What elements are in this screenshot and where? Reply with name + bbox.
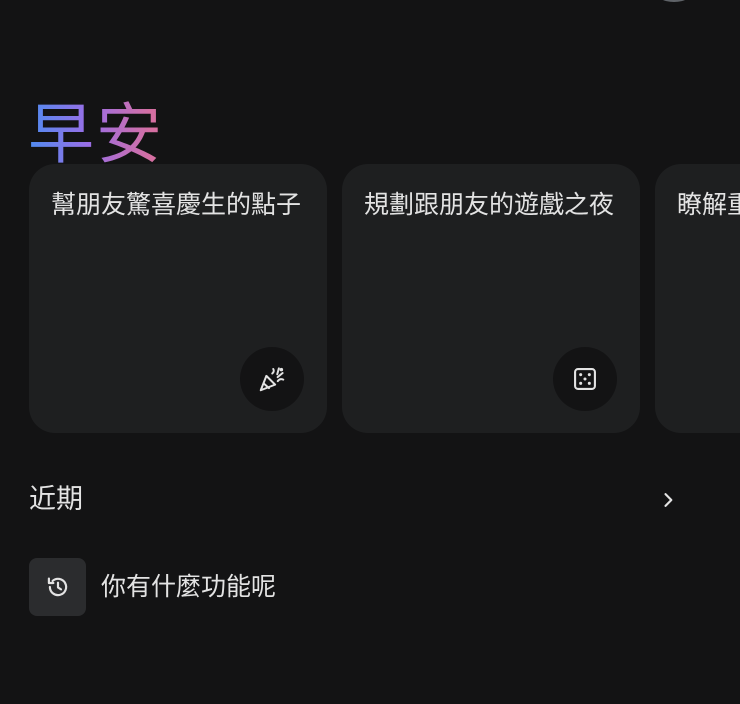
suggestion-card-text: 規劃跟朋友的遊戲之夜 (364, 190, 615, 219)
recent-chat-item[interactable]: 你有什麼功能呢 (29, 558, 709, 616)
suggestion-card-partial[interactable]: 瞭解重 (655, 164, 740, 433)
dice-icon (553, 347, 617, 411)
suggestion-card-game-night[interactable]: 規劃跟朋友的遊戲之夜 (342, 164, 640, 433)
suggestion-carousel: 幫朋友驚喜慶生的點子 規劃跟朋友的遊戲之夜 瞭解重 (29, 164, 740, 434)
greeting-title: 早安 (28, 96, 164, 174)
history-icon (29, 558, 86, 616)
suggestion-card-text: 瞭解重 (677, 190, 740, 219)
suggestion-card-surprise-party[interactable]: 幫朋友驚喜慶生的點子 (29, 164, 327, 433)
recent-more-button[interactable] (650, 482, 686, 518)
suggestion-card-text: 幫朋友驚喜慶生的點子 (51, 190, 302, 219)
recent-chat-label: 你有什麼功能呢 (101, 572, 277, 601)
account-avatar[interactable] (654, 0, 694, 2)
recent-section-title: 近期 (29, 484, 83, 515)
party-popper-icon (240, 347, 304, 411)
chevron-right-icon (664, 493, 673, 507)
